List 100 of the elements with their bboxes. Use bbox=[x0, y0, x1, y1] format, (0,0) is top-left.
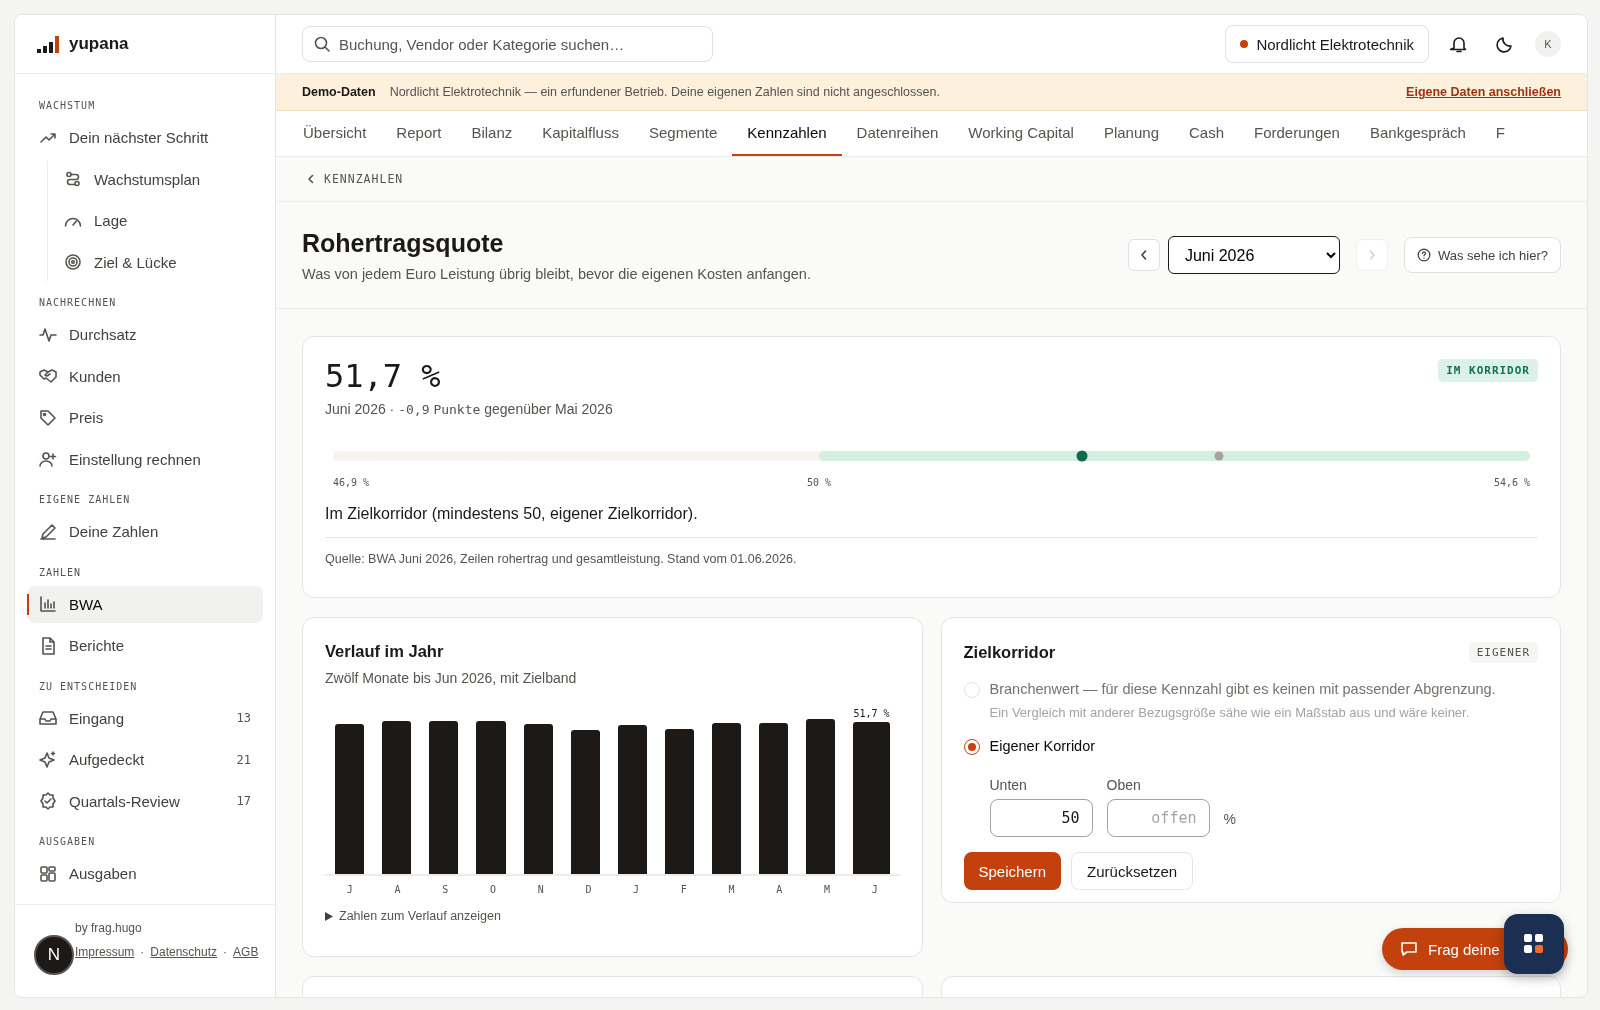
apps-button[interactable] bbox=[1504, 914, 1564, 974]
upper-bound-field[interactable]: offen bbox=[1106, 799, 1210, 837]
tab[interactable]: Planung bbox=[1088, 111, 1174, 156]
field-label: Oben bbox=[1106, 777, 1142, 793]
month-label: A bbox=[775, 884, 784, 895]
connect-link[interactable]: Eigene Daten anschließen bbox=[1406, 85, 1561, 99]
footer-link[interactable]: AGB bbox=[233, 945, 259, 959]
month-label: S bbox=[441, 884, 450, 895]
card-subtitle: Zwölf Monate bis Jun 2026, mit Zielband bbox=[325, 670, 578, 686]
section-heading: ZAHLEN bbox=[38, 565, 83, 580]
save-button[interactable]: Speichern bbox=[963, 852, 1062, 890]
layout-icon bbox=[39, 864, 57, 883]
company-selector[interactable]: Nordlicht Elektrotechnik bbox=[1225, 25, 1429, 63]
tab[interactable]: Kapitalfluss bbox=[527, 111, 634, 156]
sidebar-item[interactable]: Dein nächster Schritt bbox=[27, 119, 263, 156]
footer-link[interactable]: Impressum bbox=[75, 945, 135, 959]
lower-bound-field[interactable]: 50 bbox=[989, 799, 1093, 837]
inbox-icon bbox=[39, 709, 57, 727]
triangle-right-icon bbox=[325, 911, 333, 921]
tab[interactable]: Übersicht bbox=[288, 111, 382, 156]
kpi-delta-text: Punkte bbox=[433, 402, 481, 417]
kpi-comparison: gegenüber Mai 2026 bbox=[484, 401, 613, 417]
section-heading: NACHRECHNEN bbox=[38, 296, 118, 310]
month-label: J bbox=[870, 884, 879, 895]
tab[interactable]: Cash bbox=[1174, 111, 1240, 156]
tab[interactable]: F bbox=[1480, 111, 1520, 156]
month-label: J bbox=[345, 884, 354, 895]
month-label: M bbox=[727, 884, 736, 895]
radio-option[interactable]: Eigener Korridor bbox=[963, 738, 1538, 755]
page-title: Rohertragsquote bbox=[302, 228, 505, 258]
sidebar-item[interactable]: Aufgedeckt 21 bbox=[27, 741, 263, 778]
sidebar-item[interactable]: Ausgaben bbox=[27, 855, 263, 892]
tab[interactable]: Bankgespräch bbox=[1354, 111, 1481, 156]
breadcrumb-link[interactable]: KENNZAHLEN bbox=[276, 157, 1587, 202]
route-icon bbox=[64, 170, 82, 188]
sidebar-item[interactable]: Ziel & Lücke bbox=[48, 243, 263, 281]
bell-icon bbox=[1450, 35, 1468, 53]
sidebar-item[interactable]: Wachstumsplan bbox=[48, 160, 263, 198]
tab[interactable]: Report bbox=[381, 111, 457, 156]
search-field[interactable]: Buchung, Vendor oder Kategorie suchen… bbox=[302, 26, 713, 62]
sidebar-item[interactable]: Einstellung rechnen bbox=[27, 440, 263, 478]
tag-icon bbox=[39, 408, 57, 427]
month-label: M bbox=[822, 884, 831, 895]
handshake-icon bbox=[39, 367, 57, 385]
option-hint: Ein Vergleich mit anderer Bezugsgröße sähe wie ein Maßstab aus und wäre keiner. bbox=[989, 705, 1471, 720]
card-title: Verlauf im Jahr bbox=[325, 642, 445, 661]
tab[interactable]: Forderungen bbox=[1239, 111, 1355, 156]
target-icon bbox=[64, 253, 82, 271]
period-select[interactable]: Juni 2026 bbox=[1167, 236, 1340, 274]
sidebar-item[interactable]: BWA bbox=[27, 585, 263, 623]
sidebar-item[interactable]: Lage bbox=[48, 202, 263, 239]
credit-text: by frag.hugo bbox=[75, 921, 143, 935]
separator-dot: · bbox=[389, 401, 395, 417]
option-label: Eigener Korridor bbox=[989, 738, 1096, 754]
sidebar-item[interactable]: Kunden bbox=[27, 357, 263, 395]
sparkle-icon bbox=[39, 750, 57, 769]
user-plus-icon bbox=[39, 450, 57, 468]
kpi-value: 51,7 % bbox=[325, 357, 441, 395]
moon-icon bbox=[1496, 35, 1514, 53]
separator-dot: · bbox=[223, 945, 228, 959]
pulse-icon bbox=[39, 325, 57, 344]
kpi-delta: -0,9 bbox=[398, 402, 430, 417]
chevron-left-icon bbox=[306, 174, 316, 184]
card-title: Zielkorridor bbox=[963, 643, 1056, 662]
sidebar-item[interactable]: Eingang 13 bbox=[27, 699, 263, 737]
type-badge: EIGENER bbox=[1468, 642, 1538, 663]
source-note: Quelle: BWA Juni 2026, Zeilen rohertrag und gesamtleistung. Stand vom 01.06.2026. bbox=[325, 552, 798, 566]
banner-text: Nordlicht Elektrotechnik — ein erfundener Betrieb. Deine eigenen Zahlen sind nicht angeschlossen. bbox=[389, 85, 940, 99]
status-badge: IM KORRIDOR bbox=[1438, 359, 1538, 382]
month-label: N bbox=[536, 884, 545, 895]
value-label: 51,7 % bbox=[853, 708, 890, 719]
sidebar-item[interactable]: Berichte bbox=[27, 627, 263, 664]
user-avatar[interactable]: K bbox=[1535, 31, 1561, 57]
chat-bubble-icon bbox=[1400, 940, 1418, 958]
bar-chart-icon bbox=[39, 595, 57, 613]
section-heading: WACHSTUM bbox=[38, 99, 97, 113]
details-toggle[interactable]: Zahlen zum Verlauf anzeigen bbox=[325, 909, 900, 923]
reset-button[interactable]: Zurücksetzen bbox=[1071, 852, 1194, 890]
tab[interactable]: Kennzahlen bbox=[732, 111, 842, 156]
tab[interactable]: Bilanz bbox=[456, 111, 528, 156]
month-label: O bbox=[488, 884, 497, 895]
section-heading: EIGENE ZAHLEN bbox=[38, 493, 132, 507]
tab[interactable]: Segmente bbox=[633, 111, 733, 156]
page-subtitle: Was von jedem Euro Leistung übrig bleibt, bevor die eigenen Kosten anfangen. bbox=[302, 265, 811, 282]
sidebar-item[interactable]: Quartals-Review 17 bbox=[27, 782, 263, 820]
sidebar-item[interactable]: Preis bbox=[27, 399, 263, 436]
month-label: J bbox=[632, 884, 641, 895]
footer-link[interactable]: Datenschutz bbox=[150, 945, 218, 959]
tab[interactable]: Working Capital bbox=[953, 111, 1089, 156]
tab[interactable]: Datenreihen bbox=[841, 111, 954, 156]
logo-text: yupana bbox=[69, 34, 129, 54]
option-label: Branchenwert — für diese Kennzahl gibt es keinen mit passender Abgrenzung. bbox=[989, 681, 1496, 697]
scale-label: 46,9 % bbox=[333, 477, 370, 490]
check-badge-icon bbox=[39, 792, 57, 810]
field-label: Unten bbox=[989, 777, 1028, 793]
sidebar-item[interactable]: Durchsatz bbox=[27, 316, 263, 353]
separator-dot: · bbox=[140, 945, 145, 959]
scale-label: 54,6 % bbox=[1493, 477, 1530, 490]
help-button[interactable]: Was sehe ich hier? bbox=[1403, 237, 1561, 273]
sidebar-item[interactable]: Deine Zahlen bbox=[27, 513, 263, 550]
